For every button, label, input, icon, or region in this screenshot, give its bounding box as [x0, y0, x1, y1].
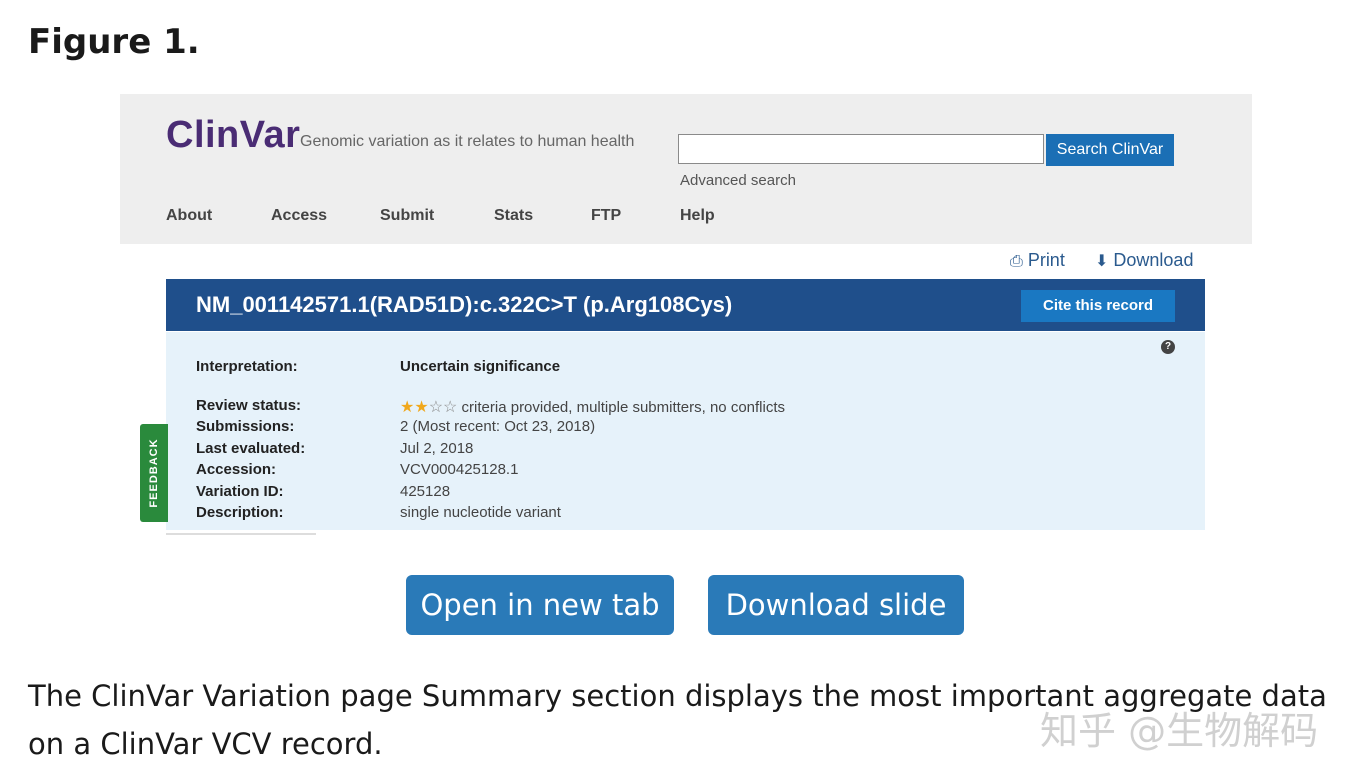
accession-value: VCV000425128.1	[400, 461, 519, 478]
nav-item-help[interactable]: Help	[680, 207, 715, 225]
accession-label: Accession:	[196, 461, 277, 478]
feedback-tab[interactable]: FEEDBACK	[140, 424, 168, 522]
download-label: Download	[1113, 250, 1194, 270]
figure-image: ClinVar Genomic variation as it relates …	[0, 0, 1372, 560]
nav-item-ftp[interactable]: FTP	[591, 207, 621, 225]
printer-icon: ⎙	[1010, 253, 1023, 270]
variation-id-label: Variation ID:	[196, 483, 284, 500]
star-empty-icon: ☆	[443, 399, 458, 416]
star-rating: ★★☆☆	[400, 399, 457, 416]
star-filled-icon: ★	[400, 399, 415, 416]
clinvar-logo[interactable]: ClinVar	[166, 114, 300, 157]
interpretation-value: Uncertain significance	[400, 358, 561, 375]
record-title: NM_001142571.1(RAD51D):c.322C>T (p.Arg10…	[196, 292, 733, 317]
cite-record-button[interactable]: Cite this record	[1021, 290, 1175, 322]
review-status-value: ★★☆☆ criteria provided, multiple submitt…	[400, 397, 785, 417]
download-slide-button[interactable]: Download slide	[708, 575, 964, 635]
watermark: 知乎 @生物解码	[1040, 709, 1319, 753]
review-status-text: criteria provided, multiple submitters, …	[461, 399, 786, 416]
print-label: Print	[1027, 250, 1065, 270]
nav-item-stats[interactable]: Stats	[494, 207, 533, 225]
clinvar-tagline: Genomic variation as it relates to human…	[300, 133, 635, 150]
download-icon: ⬇	[1095, 253, 1109, 270]
last-evaluated-label: Last evaluated:	[196, 440, 306, 457]
review-status-label: Review status:	[196, 397, 302, 414]
variation-id-value: 425128	[400, 483, 451, 500]
description-label: Description:	[196, 504, 284, 521]
nav-item-access[interactable]: Access	[271, 207, 327, 225]
description-value: single nucleotide variant	[400, 504, 561, 521]
submissions-label: Submissions:	[196, 418, 295, 435]
search-button[interactable]: Search ClinVar	[1046, 134, 1174, 166]
open-new-tab-button[interactable]: Open in new tab	[406, 575, 674, 635]
divider	[166, 533, 316, 535]
star-filled-icon: ★	[414, 399, 429, 416]
nav-item-about[interactable]: About	[166, 207, 212, 225]
search-input[interactable]	[678, 134, 1044, 164]
advanced-search-link[interactable]: Advanced search	[680, 172, 796, 189]
nav-item-submit[interactable]: Submit	[380, 207, 434, 225]
download-link[interactable]: ⬇ Download	[1095, 250, 1193, 271]
help-icon[interactable]: ?	[1161, 340, 1175, 354]
print-link[interactable]: ⎙ Print	[1010, 250, 1065, 271]
submissions-value[interactable]: 2 (Most recent: Oct 23, 2018)	[400, 418, 595, 435]
interpretation-label: Interpretation:	[196, 358, 298, 375]
star-empty-icon: ☆	[428, 399, 444, 416]
last-evaluated-value: Jul 2, 2018	[400, 440, 474, 457]
summary-panel	[166, 332, 1205, 530]
feedback-label: FEEDBACK	[148, 438, 160, 508]
